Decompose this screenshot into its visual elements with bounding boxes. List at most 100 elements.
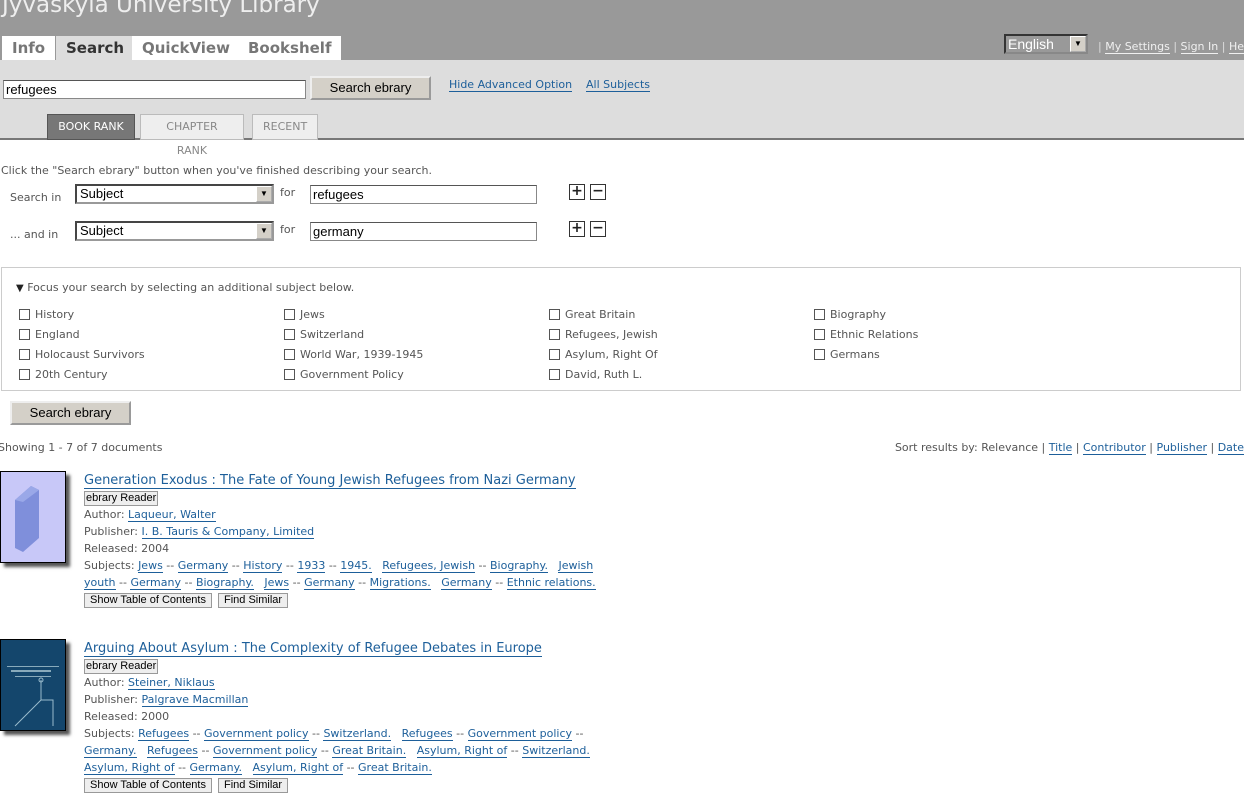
subject-checkbox[interactable]: Holocaust Survivors xyxy=(19,348,145,361)
subject-link[interactable]: Biography. xyxy=(195,576,254,590)
tab-search[interactable]: Search xyxy=(56,36,135,60)
subject-link[interactable]: Ethnic relations. xyxy=(506,576,596,590)
subject-link[interactable]: Asylum, Right of xyxy=(84,761,175,775)
subject-link[interactable]: Government policy xyxy=(467,727,573,741)
subject-checkbox[interactable]: World War, 1939-1945 xyxy=(284,348,423,361)
sort-contributor-link[interactable]: Contributor xyxy=(1083,441,1146,455)
term-input-1[interactable]: refugees xyxy=(310,185,537,204)
subject-checkbox[interactable]: Switzerland xyxy=(284,328,364,341)
subject-link[interactable]: Great Britain. xyxy=(332,744,407,758)
subject-link[interactable]: Refugees, Jewish xyxy=(382,559,476,573)
subject-link[interactable]: Germany xyxy=(304,576,355,590)
tab-chapter-rank[interactable]: CHAPTER RANK xyxy=(140,114,244,157)
subject-checkbox[interactable]: England xyxy=(19,328,80,341)
subject-checkbox[interactable]: Ethnic Relations xyxy=(814,328,918,341)
subject-checkbox[interactable]: Jews xyxy=(284,308,325,321)
checkbox-icon[interactable] xyxy=(814,349,825,360)
checkbox-icon[interactable] xyxy=(284,369,295,380)
subject-link[interactable]: Germany. xyxy=(189,761,243,775)
subject-link[interactable]: Refugees xyxy=(401,727,453,741)
checkbox-icon[interactable] xyxy=(549,309,560,320)
subject-checkbox[interactable]: Government Policy xyxy=(284,368,404,381)
result-title-link[interactable]: Arguing About Asylum : The Complexity of… xyxy=(84,641,542,657)
checkbox-icon[interactable] xyxy=(549,329,560,340)
language-select[interactable]: English ▼ xyxy=(1004,34,1088,54)
subject-link[interactable]: Jews xyxy=(264,576,290,590)
focus-heading[interactable]: ▼ Focus your search by selecting an addi… xyxy=(16,281,354,294)
subject-checkbox[interactable]: Great Britain xyxy=(549,308,635,321)
add-row-button[interactable]: + xyxy=(569,184,585,200)
sort-publisher-link[interactable]: Publisher xyxy=(1156,441,1207,455)
publisher-link[interactable]: Palgrave Macmillan xyxy=(141,693,249,707)
search-input[interactable]: refugees xyxy=(3,80,306,99)
subject-link[interactable]: 1933 xyxy=(297,559,326,573)
checkbox-icon[interactable] xyxy=(814,309,825,320)
remove-row-button[interactable]: − xyxy=(590,221,606,237)
find-similar-button[interactable]: Find Similar xyxy=(217,593,289,608)
result-title-link[interactable]: Generation Exodus : The Fate of Young Je… xyxy=(84,473,576,489)
subject-checkbox[interactable]: Germans xyxy=(814,348,880,361)
field-select-2[interactable]: Subject ▼ xyxy=(75,221,274,241)
subject-link[interactable]: Refugees xyxy=(147,744,199,758)
subject-link[interactable]: Great Britain. xyxy=(358,761,432,775)
show-toc-button[interactable]: Show Table of Contents xyxy=(84,778,212,793)
subject-link[interactable]: 1945. xyxy=(340,559,372,573)
subject-checkbox[interactable]: 20th Century xyxy=(19,368,108,381)
tab-bookshelf[interactable]: Bookshelf xyxy=(238,36,342,60)
checkbox-icon[interactable] xyxy=(19,309,30,320)
checkbox-icon[interactable] xyxy=(19,349,30,360)
tab-info[interactable]: Info xyxy=(2,36,56,60)
subject-checkbox[interactable]: Refugees, Jewish xyxy=(549,328,658,341)
subject-link[interactable]: Switzerland. xyxy=(522,744,590,758)
subject-checkbox[interactable]: History xyxy=(19,308,74,321)
subject-link[interactable]: Refugees xyxy=(138,727,190,741)
my-settings-link[interactable]: My Settings xyxy=(1105,40,1170,54)
checkbox-icon[interactable] xyxy=(284,309,295,320)
search-ebrary-button[interactable]: Search ebrary xyxy=(310,76,431,100)
remove-row-button[interactable]: − xyxy=(590,184,606,200)
tab-recent[interactable]: RECENT xyxy=(252,114,318,140)
checkbox-icon[interactable] xyxy=(19,369,30,380)
subject-link[interactable]: Government policy xyxy=(212,744,318,758)
subject-link[interactable]: Germany xyxy=(177,559,229,573)
subject-link[interactable]: Asylum, Right of xyxy=(416,744,508,758)
book-cover-image[interactable] xyxy=(0,639,66,731)
subject-checkbox[interactable]: David, Ruth L. xyxy=(549,368,642,381)
sign-in-link[interactable]: Sign In xyxy=(1180,40,1219,54)
checkbox-icon[interactable] xyxy=(549,369,560,380)
sort-title-link[interactable]: Title xyxy=(1048,441,1073,455)
subject-link[interactable]: Germany xyxy=(130,576,181,590)
author-link[interactable]: Laqueur, Walter xyxy=(128,508,216,522)
add-row-button[interactable]: + xyxy=(569,221,585,237)
tab-quickview[interactable]: QuickView xyxy=(132,36,240,60)
subject-link[interactable]: Germany. xyxy=(84,744,137,758)
sort-date-link[interactable]: Date xyxy=(1217,441,1244,455)
term-input-2[interactable]: germany xyxy=(310,222,537,241)
field-select-1[interactable]: Subject ▼ xyxy=(75,184,274,204)
checkbox-icon[interactable] xyxy=(19,329,30,340)
subject-checkbox[interactable]: Asylum, Right Of xyxy=(549,348,658,361)
subject-checkbox[interactable]: Biography xyxy=(814,308,886,321)
checkbox-icon[interactable] xyxy=(814,329,825,340)
publisher-link[interactable]: I. B. Tauris & Company, Limited xyxy=(141,525,315,539)
generic-book-icon[interactable] xyxy=(0,471,66,563)
subject-link[interactable]: Biography. xyxy=(489,559,548,573)
author-link[interactable]: Steiner, Niklaus xyxy=(128,676,215,690)
ebrary-reader-button[interactable]: ebrary Reader xyxy=(84,491,159,506)
ebrary-reader-button[interactable]: ebrary Reader xyxy=(84,659,159,674)
checkbox-icon[interactable] xyxy=(549,349,560,360)
subject-link[interactable]: Switzerland. xyxy=(323,727,392,741)
show-toc-button[interactable]: Show Table of Contents xyxy=(84,593,212,608)
checkbox-icon[interactable] xyxy=(284,329,295,340)
hide-advanced-option-link[interactable]: Hide Advanced Option xyxy=(449,78,573,92)
subject-link[interactable]: Migrations. xyxy=(369,576,431,590)
all-subjects-link[interactable]: All Subjects xyxy=(586,78,650,92)
tab-book-rank[interactable]: BOOK RANK xyxy=(47,114,135,140)
subject-link[interactable]: Jews xyxy=(138,559,163,573)
find-similar-button[interactable]: Find Similar xyxy=(217,778,289,793)
help-link[interactable]: Help xyxy=(1228,40,1244,54)
subject-link[interactable]: Government policy xyxy=(204,727,309,741)
subject-link[interactable]: Asylum, Right of xyxy=(252,761,344,775)
subject-link[interactable]: History xyxy=(243,559,283,573)
subject-link[interactable]: Germany xyxy=(441,576,492,590)
